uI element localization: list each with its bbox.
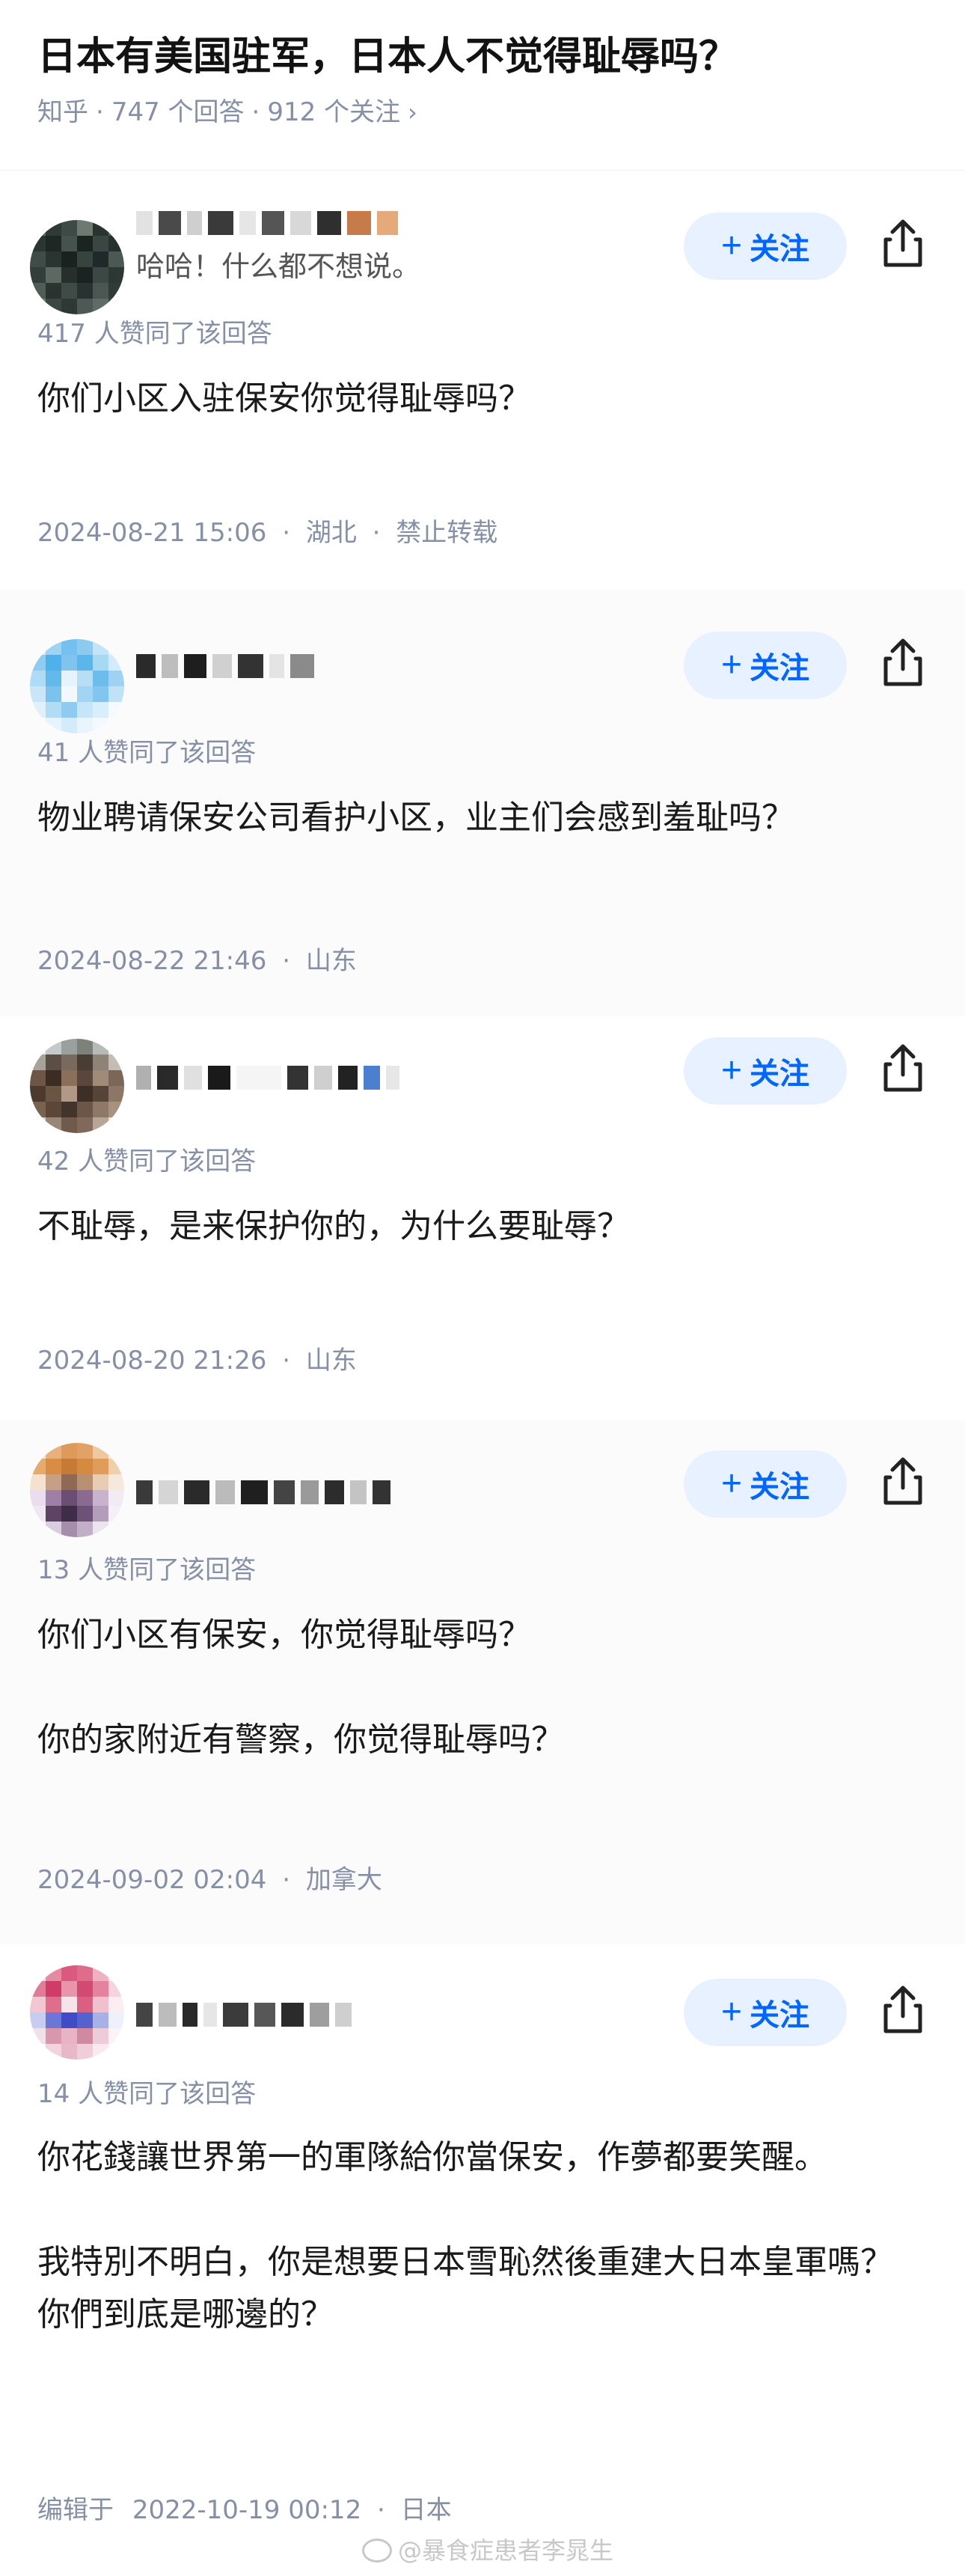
answer-location: 山东 xyxy=(305,1346,357,1376)
answer-card: + 关注 41 人赞同了该回答 物业聘请保安公司看护小区，业主们会感到羞耻吗？ … xyxy=(0,590,965,1016)
follow-label: 关注 xyxy=(750,652,810,685)
answer-content[interactable]: 物业聘请保安公司看护小区，业主们会感到羞耻吗？ xyxy=(37,792,920,844)
avatar[interactable] xyxy=(30,220,124,314)
plus-icon: + xyxy=(720,645,743,685)
share-icon xyxy=(883,1986,922,2033)
follow-label: 关注 xyxy=(750,1999,810,2032)
meta-separator: · xyxy=(282,518,291,548)
answer-date: 2024-08-20 21:26 xyxy=(37,1346,267,1376)
share-button[interactable] xyxy=(880,1983,926,2036)
answer-date: 2024-08-22 21:46 xyxy=(37,946,267,976)
answer-paragraph: 你们小区有保安，你觉得耻辱吗？ xyxy=(37,1616,531,1654)
avatar[interactable] xyxy=(30,1965,124,2060)
share-button[interactable] xyxy=(880,636,926,689)
answer-date: 2024-09-02 02:04 xyxy=(37,1865,267,1895)
answer-footer-meta: 2024-09-02 02:04 · 加拿大 xyxy=(37,1862,382,1898)
weibo-logo-icon xyxy=(362,2539,392,2563)
meta-separator: · xyxy=(282,1346,291,1376)
author-bio: 哈哈！什么都不想说。 xyxy=(136,250,421,283)
follow-label: 关注 xyxy=(750,233,810,266)
edit-prefix: 编辑于 xyxy=(37,2495,114,2525)
avatar[interactable] xyxy=(30,639,124,733)
source-label: 知乎 xyxy=(37,97,88,127)
answer-location: 湖北 xyxy=(305,518,357,548)
username-redacted[interactable] xyxy=(136,1055,399,1100)
plus-icon: + xyxy=(720,1051,743,1090)
zhihu-question-page: 日本有美国驻军，日本人不觉得耻辱吗？ 知乎 · 747 个回答 · 912 个关… xyxy=(0,0,965,2576)
share-button[interactable] xyxy=(880,1042,926,1094)
avatar[interactable] xyxy=(30,1039,124,1133)
answer-card: 哈哈！什么都不想说。 + 关注 417 人赞同了该回答 你们小区入驻保安你觉得耻… xyxy=(0,171,965,590)
meta-separator: · xyxy=(377,2495,385,2525)
answer-location: 加拿大 xyxy=(305,1865,382,1895)
answer-content[interactable]: 你们小区入驻保安你觉得耻辱吗？ xyxy=(37,373,920,425)
share-icon xyxy=(883,1044,922,1092)
answer-footer-meta: 2024-08-20 21:26 · 山东 xyxy=(37,1343,357,1379)
avatar[interactable] xyxy=(30,1443,124,1537)
answer-content[interactable]: 你们小区有保安，你觉得耻辱吗？ 你的家附近有警察，你觉得耻辱吗？ xyxy=(37,1609,920,1766)
answers-count: 747 个回答 xyxy=(111,97,245,127)
answer-paragraph: 不耻辱，是来保护你的，为什么要耻辱？ xyxy=(37,1207,630,1245)
meta-separator: · xyxy=(96,97,104,127)
plus-icon: + xyxy=(720,1992,743,2032)
answer-paragraph: 我特別不明白，你是想要日本雪恥然後重建大日本皇軍嗎？你們到底是哪邊的？ xyxy=(37,2243,893,2334)
username-redacted[interactable] xyxy=(136,644,314,689)
share-icon xyxy=(883,1457,922,1505)
share-icon xyxy=(883,219,922,267)
meta-separator: · xyxy=(282,946,291,976)
share-button[interactable] xyxy=(880,1455,926,1507)
plus-icon: + xyxy=(720,1464,743,1504)
question-header: 日本有美国驻军，日本人不觉得耻辱吗？ 知乎 · 747 个回答 · 912 个关… xyxy=(0,0,965,171)
answer-location: 日本 xyxy=(400,2495,452,2525)
follow-button[interactable]: + 关注 xyxy=(684,632,847,699)
plus-icon: + xyxy=(720,226,743,266)
follow-button[interactable]: + 关注 xyxy=(684,1979,847,2046)
answer-footer-meta: 2024-08-21 15:06 · 湖北 · 禁止转载 xyxy=(37,515,497,551)
vote-count: 42 人赞同了该回答 xyxy=(37,1147,257,1176)
vote-count: 417 人赞同了该回答 xyxy=(37,319,272,349)
chevron-right-icon: › xyxy=(408,98,417,126)
meta-separator: · xyxy=(251,97,260,127)
username-redacted[interactable] xyxy=(136,1470,390,1515)
weibo-watermark: @暴食症患者李晁生 xyxy=(362,2534,613,2567)
answer-card: + 关注 13 人赞同了该回答 你们小区有保安，你觉得耻辱吗？ 你的家附近有警察… xyxy=(0,1420,965,1944)
question-meta[interactable]: 知乎 · 747 个回答 · 912 个关注 › xyxy=(37,94,417,130)
answer-content[interactable]: 你花錢讓世界第一的軍隊給你當保安，作夢都要笑醒。 我特別不明白，你是想要日本雪恥… xyxy=(37,2131,913,2341)
username-redacted[interactable] xyxy=(136,1992,352,2037)
follow-label: 关注 xyxy=(750,1057,810,1090)
answer-content[interactable]: 不耻辱，是来保护你的，为什么要耻辱？ xyxy=(37,1200,920,1253)
watermark-text: @暴食症患者李晁生 xyxy=(398,2536,614,2565)
answer-date: 2022-10-19 00:12 xyxy=(132,2495,362,2525)
copyright-notice: 禁止转载 xyxy=(396,518,498,548)
username-redacted[interactable] xyxy=(136,201,398,245)
answer-paragraph: 你们小区入驻保安你觉得耻辱吗？ xyxy=(37,379,531,418)
answer-card: + 关注 42 人赞同了该回答 不耻辱，是来保护你的，为什么要耻辱？ 2024-… xyxy=(0,1016,965,1420)
share-button[interactable] xyxy=(880,217,926,269)
answer-date: 2024-08-21 15:06 xyxy=(37,518,267,548)
follow-button[interactable]: + 关注 xyxy=(684,1450,847,1518)
answer-location: 山东 xyxy=(305,946,357,976)
share-icon xyxy=(883,638,922,686)
meta-separator: · xyxy=(282,1865,291,1895)
vote-count: 13 人赞同了该回答 xyxy=(37,1555,257,1585)
follow-button[interactable]: + 关注 xyxy=(684,213,847,280)
answer-paragraph: 你花錢讓世界第一的軍隊給你當保安，作夢都要笑醒。 xyxy=(37,2138,827,2176)
followers-count: 912 个关注 xyxy=(267,97,401,127)
follow-button[interactable]: + 关注 xyxy=(684,1037,847,1105)
answer-paragraph: 物业聘请保安公司看护小区，业主们会感到羞耻吗？ xyxy=(37,799,794,837)
vote-count: 41 人赞同了该回答 xyxy=(37,738,257,768)
question-title[interactable]: 日本有美国驻军，日本人不觉得耻辱吗？ xyxy=(37,30,738,84)
answer-footer-meta: 2024-08-22 21:46 · 山东 xyxy=(37,943,357,979)
answer-footer-meta: 编辑于 2022-10-19 00:12 · 日本 xyxy=(37,2492,452,2528)
answer-card: + 关注 14 人赞同了该回答 你花錢讓世界第一的軍隊給你當保安，作夢都要笑醒。… xyxy=(0,1944,965,2576)
answer-paragraph: 你的家附近有警察，你觉得耻辱吗？ xyxy=(37,1721,564,1759)
follow-label: 关注 xyxy=(750,1471,810,1504)
meta-separator: · xyxy=(372,518,381,548)
vote-count: 14 人赞同了该回答 xyxy=(37,2079,257,2109)
